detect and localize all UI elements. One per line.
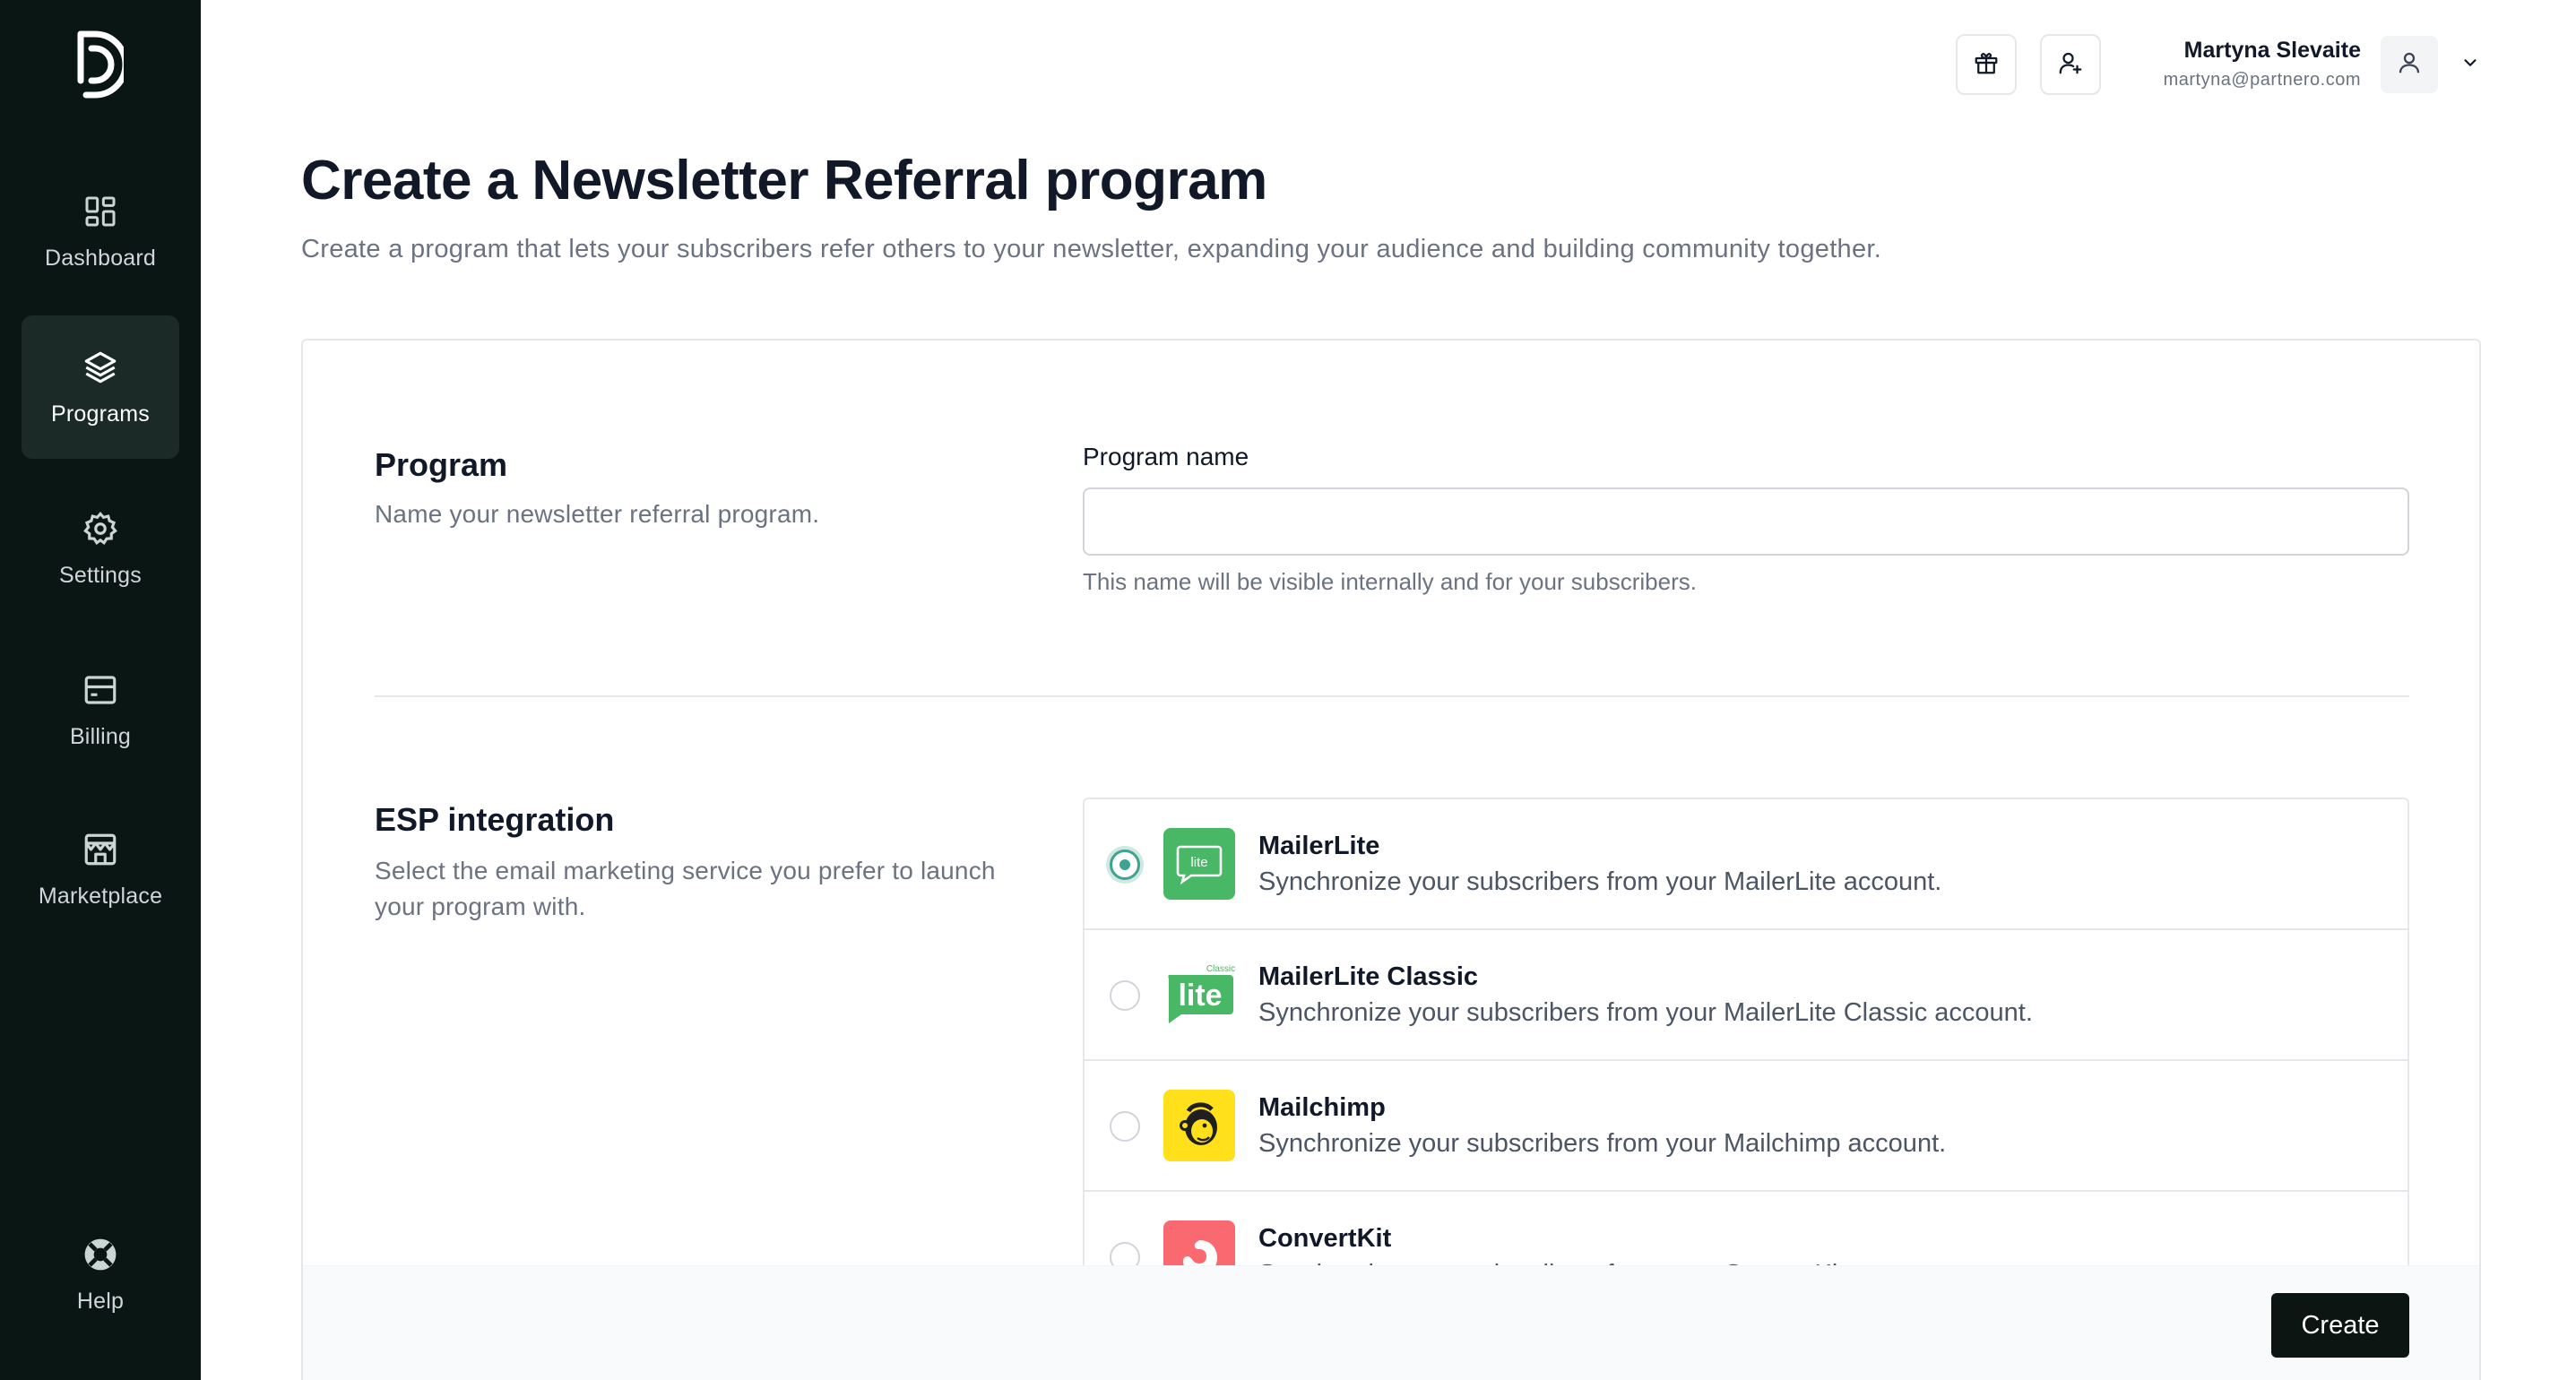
gear-icon	[81, 509, 120, 548]
sidebar-item-label: Programs	[51, 401, 150, 427]
invite-user-button[interactable]	[2040, 34, 2101, 95]
mailchimp-logo	[1163, 1090, 1235, 1161]
sidebar-item-help[interactable]: Help	[22, 1203, 179, 1346]
mailerlite-logo-text: lite	[1190, 855, 1207, 870]
esp-options-list: lite MailerLite Synchronize your subscri…	[1083, 798, 2409, 1324]
sidebar: Dashboard Programs Settings Billing Mark…	[0, 0, 201, 1380]
sidebar-item-programs[interactable]: Programs	[22, 315, 179, 459]
user-name: Martyna Slevaite	[2183, 38, 2361, 63]
gift-icon	[1973, 49, 2000, 81]
mailerlite-logo: lite	[1163, 828, 1235, 900]
mailerlite-classic-logo-badge: Classic	[1206, 964, 1235, 974]
esp-name: MailerLite Classic	[1258, 962, 1478, 991]
user-email: martyna@partnero.com	[2163, 70, 2361, 90]
billing-icon	[81, 670, 120, 710]
sidebar-item-marketplace[interactable]: Marketplace	[22, 798, 179, 941]
sidebar-item-label: Settings	[59, 562, 142, 588]
esp-description: Synchronize your subscribers from your M…	[1258, 867, 1942, 896]
esp-description: Synchronize your subscribers from your M…	[1258, 1129, 1947, 1158]
esp-radio-mailerlite[interactable]	[1110, 850, 1140, 880]
esp-description: Synchronize your subscribers from your M…	[1258, 998, 2033, 1027]
page-title: Create a Newsletter Referral program	[301, 150, 1267, 211]
chevron-down-icon	[2460, 53, 2480, 77]
store-icon	[81, 830, 120, 869]
sidebar-item-dashboard[interactable]: Dashboard	[22, 160, 179, 303]
esp-option-mailchimp[interactable]: Mailchimp Synchronize your subscribers f…	[1085, 1061, 2407, 1192]
esp-name: MailerLite	[1258, 832, 1380, 860]
esp-name: Mailchimp	[1258, 1093, 1386, 1122]
avatar[interactable]	[2381, 36, 2438, 93]
lifebuoy-icon	[81, 1235, 120, 1274]
sidebar-item-label: Billing	[69, 723, 132, 749]
sidebar-item-billing[interactable]: Billing	[22, 638, 179, 781]
sidebar-item-label: Dashboard	[44, 245, 157, 271]
mailerlite-classic-logo-text: lite	[1178, 979, 1222, 1013]
create-button[interactable]: Create	[2271, 1293, 2409, 1358]
mailerlite-classic-logo: lite Classic	[1163, 959, 1235, 1031]
esp-option-mailerlite-classic[interactable]: lite Classic MailerLite Classic Synchron…	[1085, 930, 2407, 1061]
gift-button[interactable]	[1956, 34, 2017, 95]
program-name-hint: This name will be visible internally and…	[1083, 568, 1697, 595]
partnero-logo[interactable]	[72, 29, 129, 100]
dashboard-icon	[81, 192, 120, 231]
esp-radio-mailchimp[interactable]	[1110, 1111, 1140, 1142]
form-footer: Create	[303, 1265, 2479, 1380]
user-menu-toggle[interactable]	[2456, 50, 2485, 79]
esp-name: ConvertKit	[1258, 1224, 1392, 1253]
esp-option-mailerlite[interactable]: lite MailerLite Synchronize your subscri…	[1085, 799, 2407, 930]
program-form-card: Program Name your newsletter referral pr…	[301, 339, 2481, 1380]
esp-section-title: ESP integration	[375, 801, 615, 838]
sidebar-item-label: Help	[76, 1288, 125, 1314]
esp-section-description: Select the email marketing service you p…	[375, 857, 996, 920]
program-section-title: Program	[375, 446, 508, 483]
program-name-input[interactable]	[1083, 487, 2409, 556]
layers-icon	[81, 348, 120, 387]
program-section-description: Name your newsletter referral program.	[375, 500, 820, 528]
add-user-icon	[2057, 49, 2084, 81]
user-icon	[2396, 49, 2423, 81]
sidebar-item-label: Marketplace	[38, 883, 163, 909]
section-divider	[375, 695, 2409, 697]
program-name-label: Program name	[1083, 443, 1249, 470]
sidebar-item-settings[interactable]: Settings	[22, 477, 179, 620]
page-subtitle: Create a program that lets your subscrib…	[301, 235, 1882, 263]
esp-radio-mailerlite-classic[interactable]	[1110, 980, 1140, 1011]
